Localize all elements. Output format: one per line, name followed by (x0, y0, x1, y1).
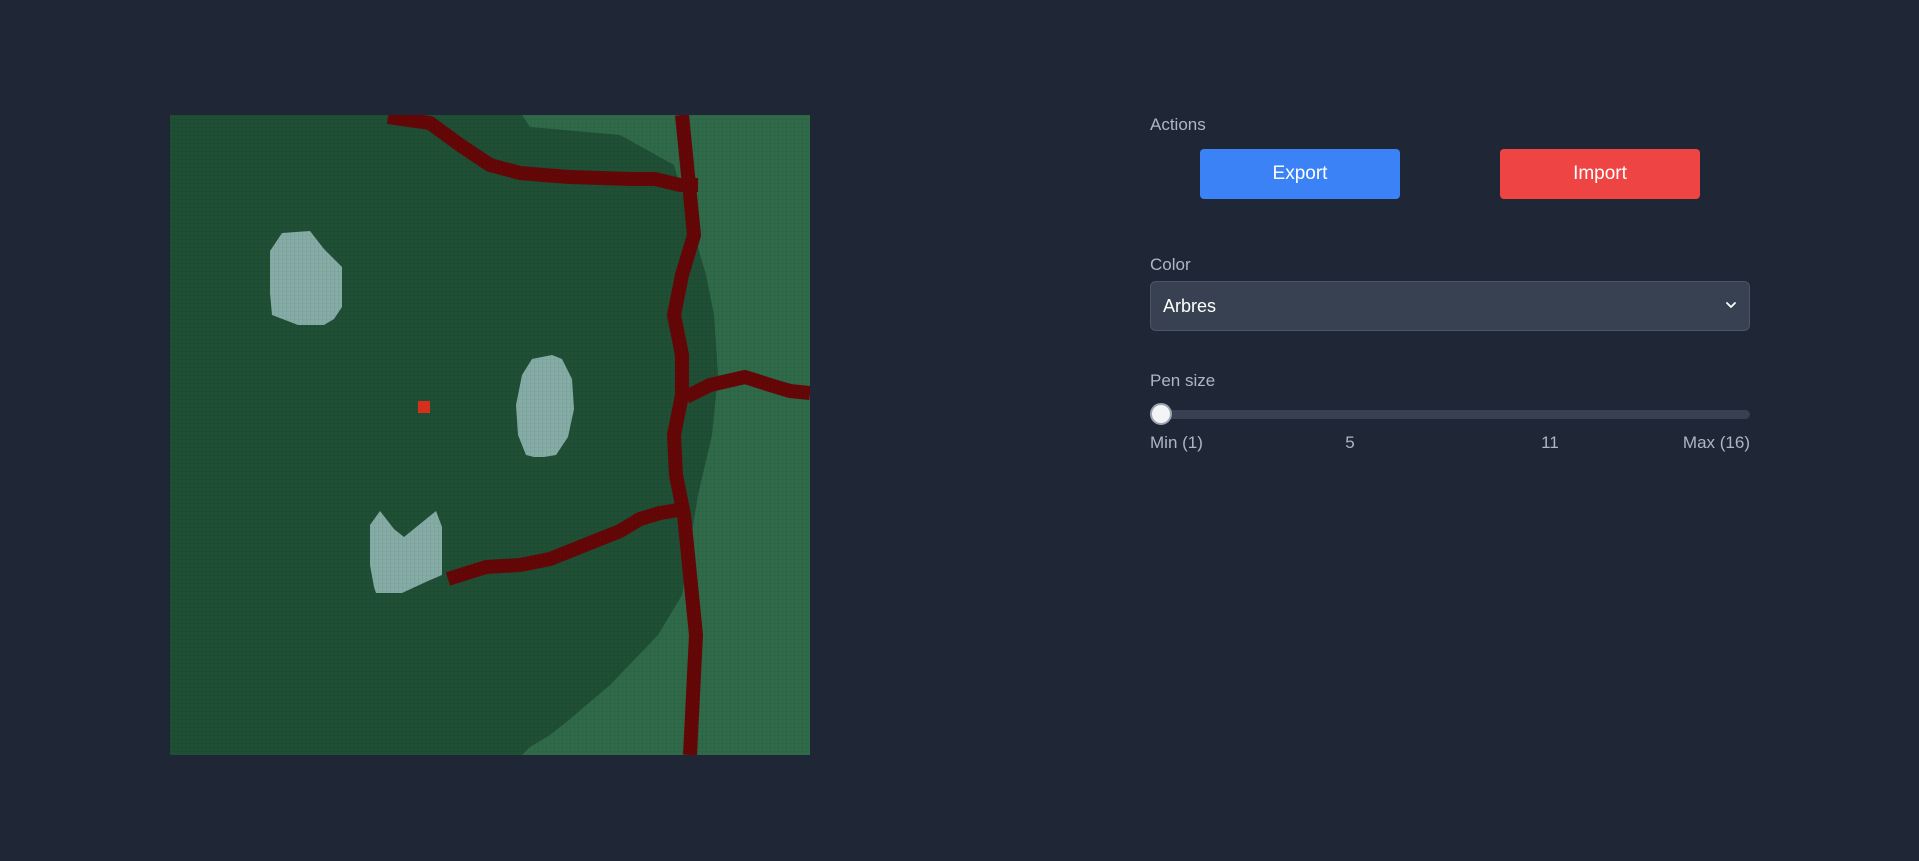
map-editor: Actions Export Import Color Arbres Pen s… (0, 0, 1919, 861)
color-label: Color (1150, 255, 1191, 274)
tick-5-label: 5 (1345, 433, 1355, 452)
pen-size-label: Pen size (1150, 371, 1216, 390)
export-button[interactable]: Export (1200, 149, 1400, 199)
control-panel: Actions Export Import Color Arbres Pen s… (1150, 115, 1750, 455)
pen-size-ticks: Min (1) 5 11 Max (16) (1150, 433, 1750, 455)
tick-min-label: Min (1) (1150, 433, 1203, 452)
slider-track[interactable] (1150, 410, 1750, 419)
map-canvas[interactable] (170, 115, 810, 755)
slider-thumb[interactable] (1150, 403, 1172, 425)
pen-size-slider[interactable] (1150, 403, 1750, 427)
map-drawing[interactable] (170, 115, 810, 755)
actions-heading: Actions (1150, 115, 1206, 134)
pen-cursor (418, 401, 430, 413)
import-button[interactable]: Import (1500, 149, 1700, 199)
color-select-value: Arbres (1163, 296, 1217, 316)
actions-row: Export Import (1150, 149, 1750, 199)
tick-max-label: Max (16) (1682, 433, 1750, 452)
color-select[interactable]: Arbres (1150, 281, 1750, 331)
tick-11-label: 11 (1541, 433, 1559, 452)
chevron-down-icon (1726, 302, 1736, 308)
